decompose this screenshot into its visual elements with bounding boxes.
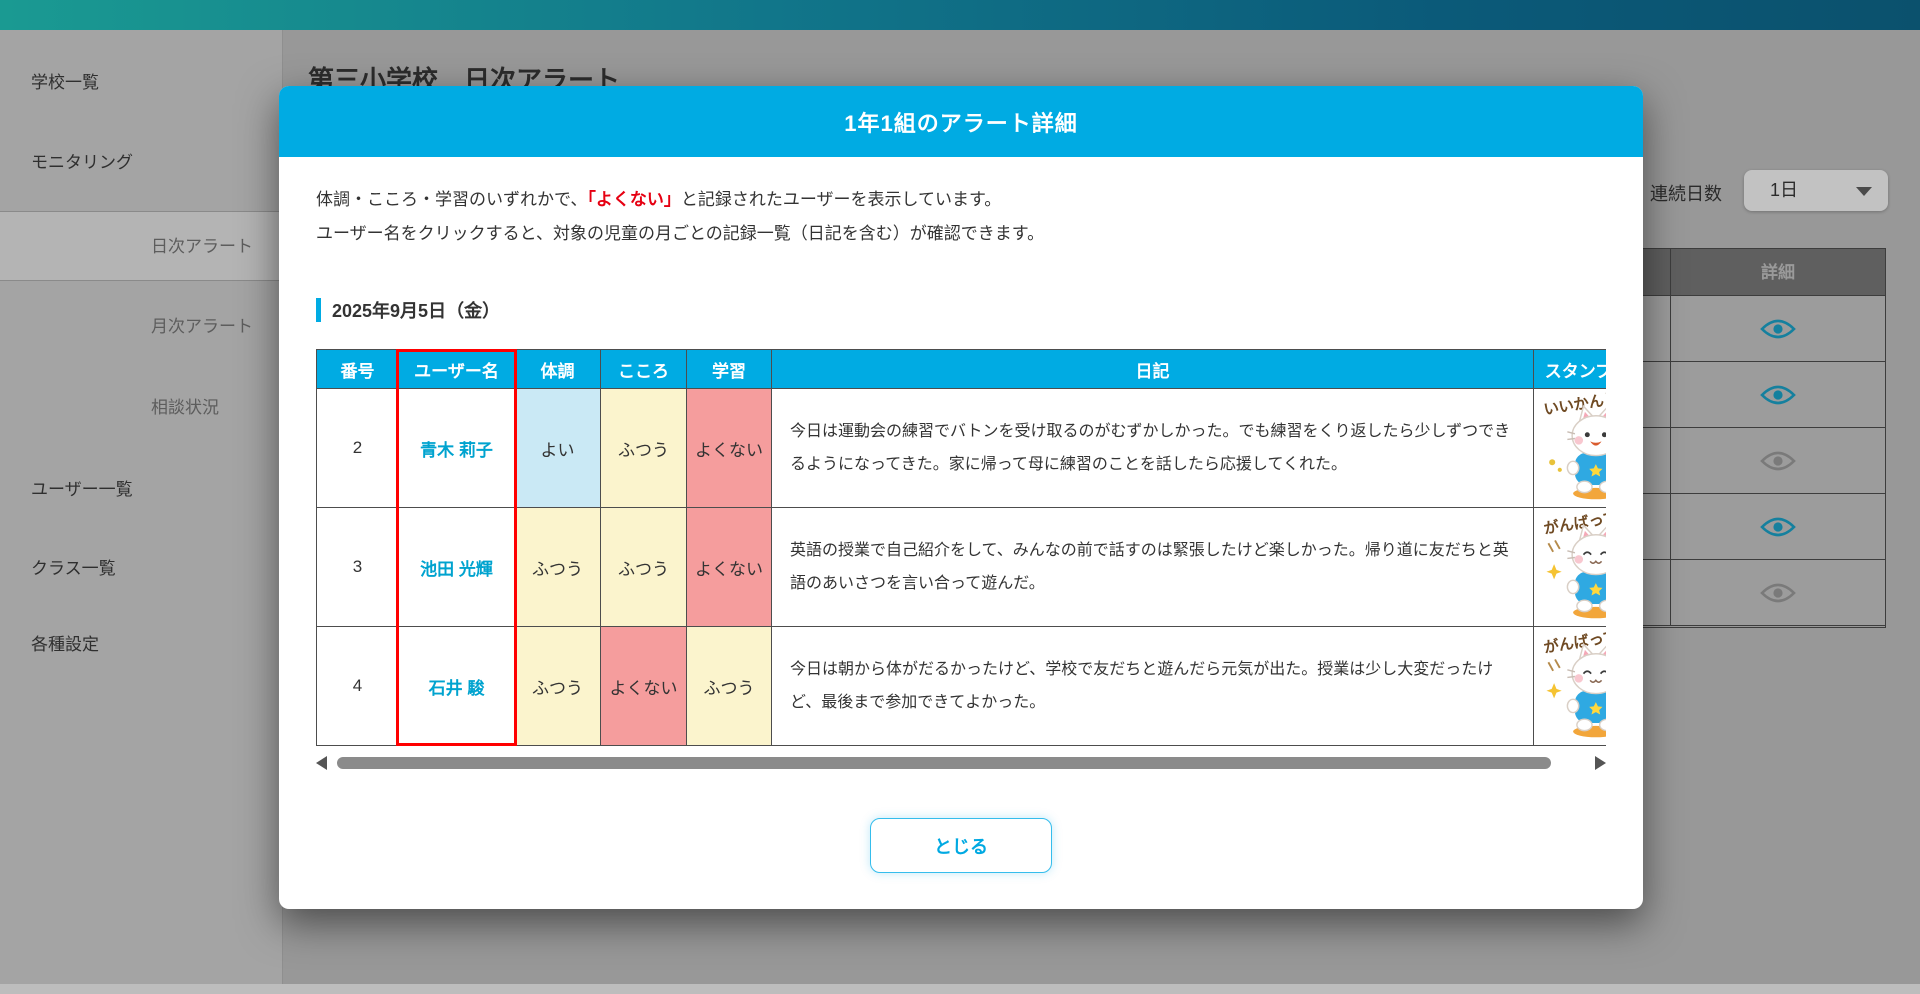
condition-cell: ふつう: [515, 627, 601, 746]
user-name-link[interactable]: 石井 駿: [429, 679, 485, 698]
study-cell: よくない: [687, 508, 772, 627]
mood-cell: ふつう: [601, 508, 687, 627]
chevron-down-icon: [1856, 187, 1872, 196]
table-row: 2 青木 莉子 よい ふつう よくない 今日は運動会の練習でバトンを受け取るのが…: [317, 389, 1607, 508]
mood-cell: ふつう: [601, 389, 687, 508]
study-cell: ふつう: [687, 627, 772, 746]
sidebar-item-daily-alert[interactable]: 日次アラート: [0, 211, 283, 281]
user-name-link[interactable]: 池田 光輝: [420, 560, 493, 579]
detail-cell: [1670, 296, 1885, 361]
description-highlight: 「よくない」: [587, 190, 681, 209]
sidebar-item-class-list[interactable]: クラス一覧: [0, 541, 283, 597]
col-header-study: 学習: [687, 350, 772, 389]
sidebar-item-user-list[interactable]: ユーザー一覧: [0, 462, 283, 518]
cat-stamp-sticker: がんばって: [1540, 630, 1606, 742]
eye-icon[interactable]: [1760, 317, 1796, 341]
detail-cell: [1670, 494, 1885, 559]
date-accent-bar: [316, 298, 321, 322]
modal-title: 1年1組のアラート詳細: [844, 106, 1077, 138]
alert-detail-modal: 1年1組のアラート詳細 体調・こころ・学習のいずれかで、「よくない」と記録された…: [279, 86, 1643, 909]
cat-stamp-sticker: いいかんじ: [1540, 392, 1606, 504]
sidebar-item-monitoring[interactable]: モニタリング: [0, 135, 283, 191]
stamp-cell: いいかんじ: [1534, 389, 1607, 508]
eye-icon[interactable]: [1760, 383, 1796, 407]
diary-cell: 今日は朝から体がだるかったけど、学校で友だちと遊んだら元気が出た。授業は少し大変…: [772, 627, 1534, 746]
scroll-right-arrow-icon[interactable]: [1595, 756, 1606, 770]
table-row: 4 石井 駿 ふつう よくない ふつう 今日は朝から体がだるかったけど、学校で友…: [317, 627, 1607, 746]
stamp-cell: がんばって: [1534, 508, 1607, 627]
scrollbar-thumb[interactable]: [337, 757, 1551, 769]
scroll-left-arrow-icon[interactable]: [316, 756, 327, 770]
table-header-row: 番号 ユーザー名 体調 こころ 学習 日記 スタンプ: [317, 350, 1607, 389]
col-header-diary: 日記: [772, 350, 1534, 389]
date-text: 2025年9月5日（金）: [332, 297, 500, 323]
close-button[interactable]: とじる: [870, 818, 1052, 873]
user-name-cell: 池田 光輝: [399, 508, 515, 627]
diary-cell: 英語の授業で自己紹介をして、みんなの前で話すのは緊張したけど楽しかった。帰り道に…: [772, 508, 1534, 627]
sidebar-item-school-list[interactable]: 学校一覧: [0, 55, 283, 111]
diary-cell: 今日は運動会の練習でバトンを受け取るのがむずかしかった。でも練習をくり返したら少…: [772, 389, 1534, 508]
table-horizontal-scrollbar: [316, 756, 1606, 770]
user-name-link[interactable]: 青木 莉子: [420, 441, 493, 460]
detail-column-header: 詳細: [1670, 249, 1885, 296]
col-header-stamp: スタンプ: [1534, 350, 1607, 389]
stamp-text: がんばって: [1542, 511, 1606, 538]
streak-days-dropdown[interactable]: 1日: [1744, 170, 1888, 211]
detail-cell: [1670, 362, 1885, 427]
cat-stamp-sticker: がんばって: [1540, 511, 1606, 623]
sidebar-item-settings[interactable]: 各種設定: [0, 617, 283, 673]
user-name-cell: 青木 莉子: [399, 389, 515, 508]
col-header-number: 番号: [317, 350, 399, 389]
stamp-cell: がんばって: [1534, 627, 1607, 746]
table-row: 3 池田 光輝 ふつう ふつう よくない 英語の授業で自己紹介をして、みんなの前…: [317, 508, 1607, 627]
description-line1-prefix: 体調・こころ・学習のいずれかで、: [316, 190, 587, 209]
date-heading: 2025年9月5日（金）: [316, 297, 1606, 323]
number-cell: 3: [317, 508, 399, 627]
alert-detail-table-wrap: 番号 ユーザー名 体調 こころ 学習 日記 スタンプ 2: [316, 349, 1606, 746]
condition-cell: よい: [515, 389, 601, 508]
study-cell: よくない: [687, 389, 772, 508]
sidebar: 学校一覧 モニタリング 日次アラート 月次アラート 相談状況 ユーザー一覧 クラ…: [0, 30, 283, 994]
number-cell: 2: [317, 389, 399, 508]
col-header-user-name: ユーザー名: [399, 350, 515, 389]
description-line2: ユーザー名をクリックすると、対象の児童の月ごとの記録一覧（日記を含む）が確認でき…: [316, 224, 1044, 243]
app-top-bar: [0, 0, 1920, 30]
detail-cell: [1670, 428, 1885, 493]
page-horizontal-scrollbar[interactable]: [0, 984, 1920, 994]
alert-detail-table: 番号 ユーザー名 体調 こころ 学習 日記 スタンプ 2: [316, 349, 1606, 746]
stamp-text: いいかんじ: [1543, 392, 1606, 419]
scrollbar-track[interactable]: [337, 757, 1585, 769]
eye-icon[interactable]: [1760, 581, 1796, 605]
stamp-text: がんばって: [1542, 630, 1606, 657]
condition-cell: ふつう: [515, 508, 601, 627]
col-header-mood: こころ: [601, 350, 687, 389]
streak-days-value: 1日: [1770, 180, 1798, 200]
eye-icon[interactable]: [1760, 449, 1796, 473]
screen: 学校一覧 モニタリング 日次アラート 月次アラート 相談状況 ユーザー一覧 クラ…: [0, 0, 1920, 994]
modal-body: 体調・こころ・学習のいずれかで、「よくない」と記録されたユーザーを表示しています…: [279, 183, 1643, 873]
modal-header: 1年1組のアラート詳細: [279, 86, 1643, 157]
eye-icon[interactable]: [1760, 515, 1796, 539]
description-line1-suffix: と記録されたユーザーを表示しています。: [681, 190, 1001, 209]
col-header-condition: 体調: [515, 350, 601, 389]
number-cell: 4: [317, 627, 399, 746]
streak-days-label: 連続日数: [1650, 180, 1722, 206]
mood-cell: よくない: [601, 627, 687, 746]
user-name-cell: 石井 駿: [399, 627, 515, 746]
sidebar-item-consultation[interactable]: 相談状況: [0, 380, 283, 436]
modal-description: 体調・こころ・学習のいずれかで、「よくない」と記録されたユーザーを表示しています…: [316, 183, 1606, 251]
detail-cell: [1670, 560, 1885, 625]
sidebar-item-monthly-alert[interactable]: 月次アラート: [0, 299, 283, 355]
